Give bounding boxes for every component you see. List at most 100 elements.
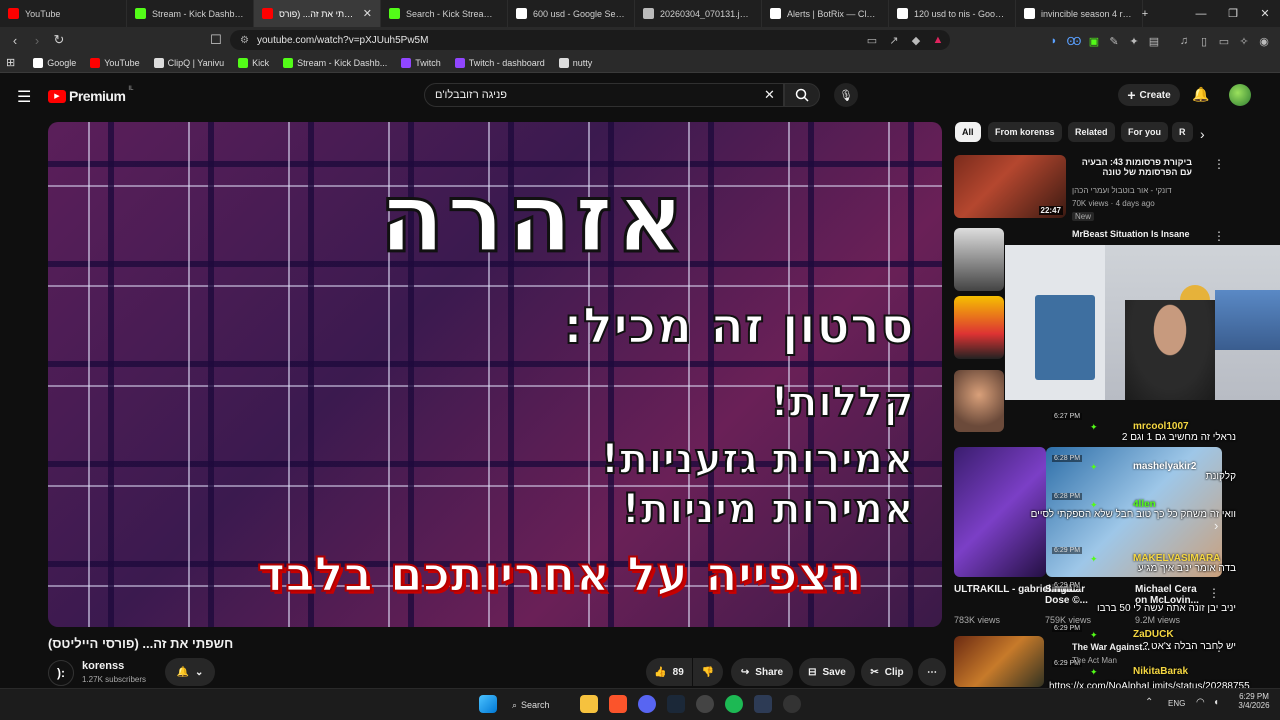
minimize-icon[interactable]: — [1186,0,1216,27]
bookmark-star-icon[interactable]: ☐ [205,29,227,51]
more-vertical-icon[interactable]: ⋮ [1213,157,1225,171]
close-tab-icon[interactable]: ✕ [363,7,372,20]
more-vertical-icon[interactable]: ⋮ [1208,586,1220,600]
discord-icon[interactable] [638,695,656,713]
file-explorer-icon[interactable] [580,695,598,713]
video-player[interactable]: אזהרה סרטון זה מכיל: קללות! אמירות גזעני… [48,122,942,627]
tray-chevron-icon[interactable]: ⌃ [1145,697,1153,708]
taskbar-search[interactable]: ⌕ Search [512,696,570,714]
clock[interactable]: 6:29 PM 3/4/2026 [1232,692,1276,710]
bookmark-item[interactable]: Twitch [401,57,441,68]
filter-chip[interactable]: All [955,122,981,142]
dislike-button[interactable]: 👎 [693,658,723,686]
windows-start-icon[interactable] [479,695,497,713]
browser-tab[interactable]: Search - Kick Streaming [381,0,508,27]
back-icon[interactable]: ‹ [4,29,26,51]
chat-username[interactable]: mashelyakir2 [1133,461,1196,472]
bookmark-item[interactable]: Stream - Kick Dashb... [283,57,387,68]
spotify-icon[interactable] [725,695,743,713]
browser-tab[interactable]: YouTube [0,0,127,27]
wifi-icon[interactable]: ◠ [1196,697,1205,708]
maximize-icon[interactable]: ❐ [1218,0,1248,27]
filter-chip[interactable]: R [1172,122,1193,142]
browser-tab[interactable]: חשפתי את זה... (פורס ✕ [254,0,381,27]
share-button[interactable]: ↪ Share [731,658,793,686]
brave-browser-icon[interactable] [609,695,627,713]
more-actions-button[interactable]: ⋯ [918,658,946,686]
chevron-right-icon[interactable]: › [1200,126,1205,142]
video-thumbnail[interactable] [954,370,1004,432]
site-info-icon[interactable]: ⚙ [240,35,249,46]
brave-shield-icon[interactable]: ◆ [908,32,924,48]
volume-icon[interactable]: ◖ [1213,697,1219,708]
like-button[interactable]: 👍 89 [646,658,692,686]
browser-tab[interactable]: Alerts | BotRix — Cloud St... [762,0,889,27]
video-thumbnail[interactable] [954,228,1004,291]
create-button[interactable]: + Create [1118,84,1180,106]
hamburger-menu-icon[interactable]: ☰ [17,87,31,107]
close-window-icon[interactable]: ✕ [1250,0,1280,27]
more-vertical-icon[interactable]: ⋮ [1213,229,1225,243]
filter-chip[interactable]: Related [1068,122,1115,142]
music-icon[interactable]: ♫ [1176,33,1192,49]
video-thumbnail[interactable]: 22:47 [954,155,1066,218]
language-indicator[interactable]: ENG [1168,699,1185,708]
clear-search-icon[interactable]: ✕ [764,87,775,103]
browser-tab[interactable]: 120 usd to nis - Google Se... [889,0,1016,27]
video-thumbnail[interactable] [954,296,1004,359]
new-tab-plus-icon[interactable]: + [1130,0,1160,27]
voice-search-button[interactable]: 🎙 [834,83,858,107]
bookmark-item[interactable]: ClipQ | Yanivu [153,57,224,68]
chat-username[interactable]: mrcool1007 [1133,421,1189,432]
filter-chip[interactable]: For you [1121,122,1168,142]
video-thumbnail[interactable] [954,636,1044,687]
browser-tab[interactable]: Stream - Kick Dashboard [127,0,254,27]
chat-username[interactable]: NikitaBarak [1133,666,1188,677]
extension-icon[interactable]: ✎ [1106,33,1122,49]
translate-icon[interactable]: ◗ [1046,33,1062,49]
extension-icon[interactable]: ▤ [1146,33,1162,49]
channel-avatar[interactable]: ): [48,660,74,686]
bookmark-item[interactable]: Twitch - dashboard [454,57,545,68]
recommendation-title[interactable]: The War Against... [1072,642,1150,652]
channel-name[interactable]: korenss [82,660,124,672]
wallet-icon[interactable]: ▭ [1216,33,1232,49]
recommendation-channel[interactable]: דונקי - אור בוטבול ועמרי הכהן [1072,186,1192,195]
chevron-right-icon[interactable]: › [1214,518,1218,533]
menu-icon[interactable]: ≡ [1276,33,1280,49]
steam-icon[interactable] [667,695,685,713]
bookmark-item[interactable]: Kick [238,57,269,68]
extension-icon[interactable]: ▣ [1086,33,1102,49]
address-bar[interactable]: ⚙ youtube.com/watch?v=pXJUuh5Pw5M ▭ ↗ ◆ … [230,30,950,50]
chat-username[interactable]: ZaDUCK [1133,629,1174,640]
avatar[interactable] [1229,84,1251,106]
apps-grid-icon[interactable]: ⊞ [6,56,15,69]
forward-icon[interactable]: › [26,29,48,51]
search-input[interactable]: פניגה רזובבלו'ם [424,83,784,107]
app-icon[interactable] [754,695,772,713]
brave-rewards-icon[interactable]: ▲ [930,32,946,48]
browser-tab[interactable]: invincible season 4 release... [1016,0,1143,27]
puzzle-icon[interactable]: ✦ [1126,33,1142,49]
browser-tab[interactable]: 600 usd - Google Search [508,0,635,27]
share-icon[interactable]: ↗ [886,32,902,48]
bookmark-item[interactable]: YouTube [90,57,140,68]
recommendation-title[interactable]: MrBeast Situation Is Insane [1072,229,1190,239]
search-button[interactable] [784,83,820,107]
obs-icon[interactable] [696,695,714,713]
youtube-logo[interactable]: ▶ Premium IL [48,86,133,104]
recommendation-title[interactable]: ביקורת פרסומות 43: הבעיה עם הפרסומת של ט… [1072,157,1192,177]
leo-icon[interactable]: ✧ [1236,33,1252,49]
cast-icon[interactable]: ▭ [864,32,880,48]
vpn-icon[interactable]: ◉ [1256,33,1272,49]
app-icon[interactable] [783,695,801,713]
sidebar-icon[interactable]: ▯ [1196,33,1212,49]
extension-icon[interactable]: Ꙭ [1066,33,1082,49]
bookmark-item[interactable]: nutty [558,57,592,68]
browser-tab[interactable]: 20260304_070131.jpg (30... [635,0,762,27]
reload-icon[interactable]: ↻ [48,29,70,51]
bookmark-item[interactable]: Google [33,57,76,68]
subscription-bell-button[interactable]: 🔔 ⌄ [165,658,215,686]
save-button[interactable]: ⊟ Save [799,658,855,686]
filter-chip[interactable]: From korenss [988,122,1062,142]
